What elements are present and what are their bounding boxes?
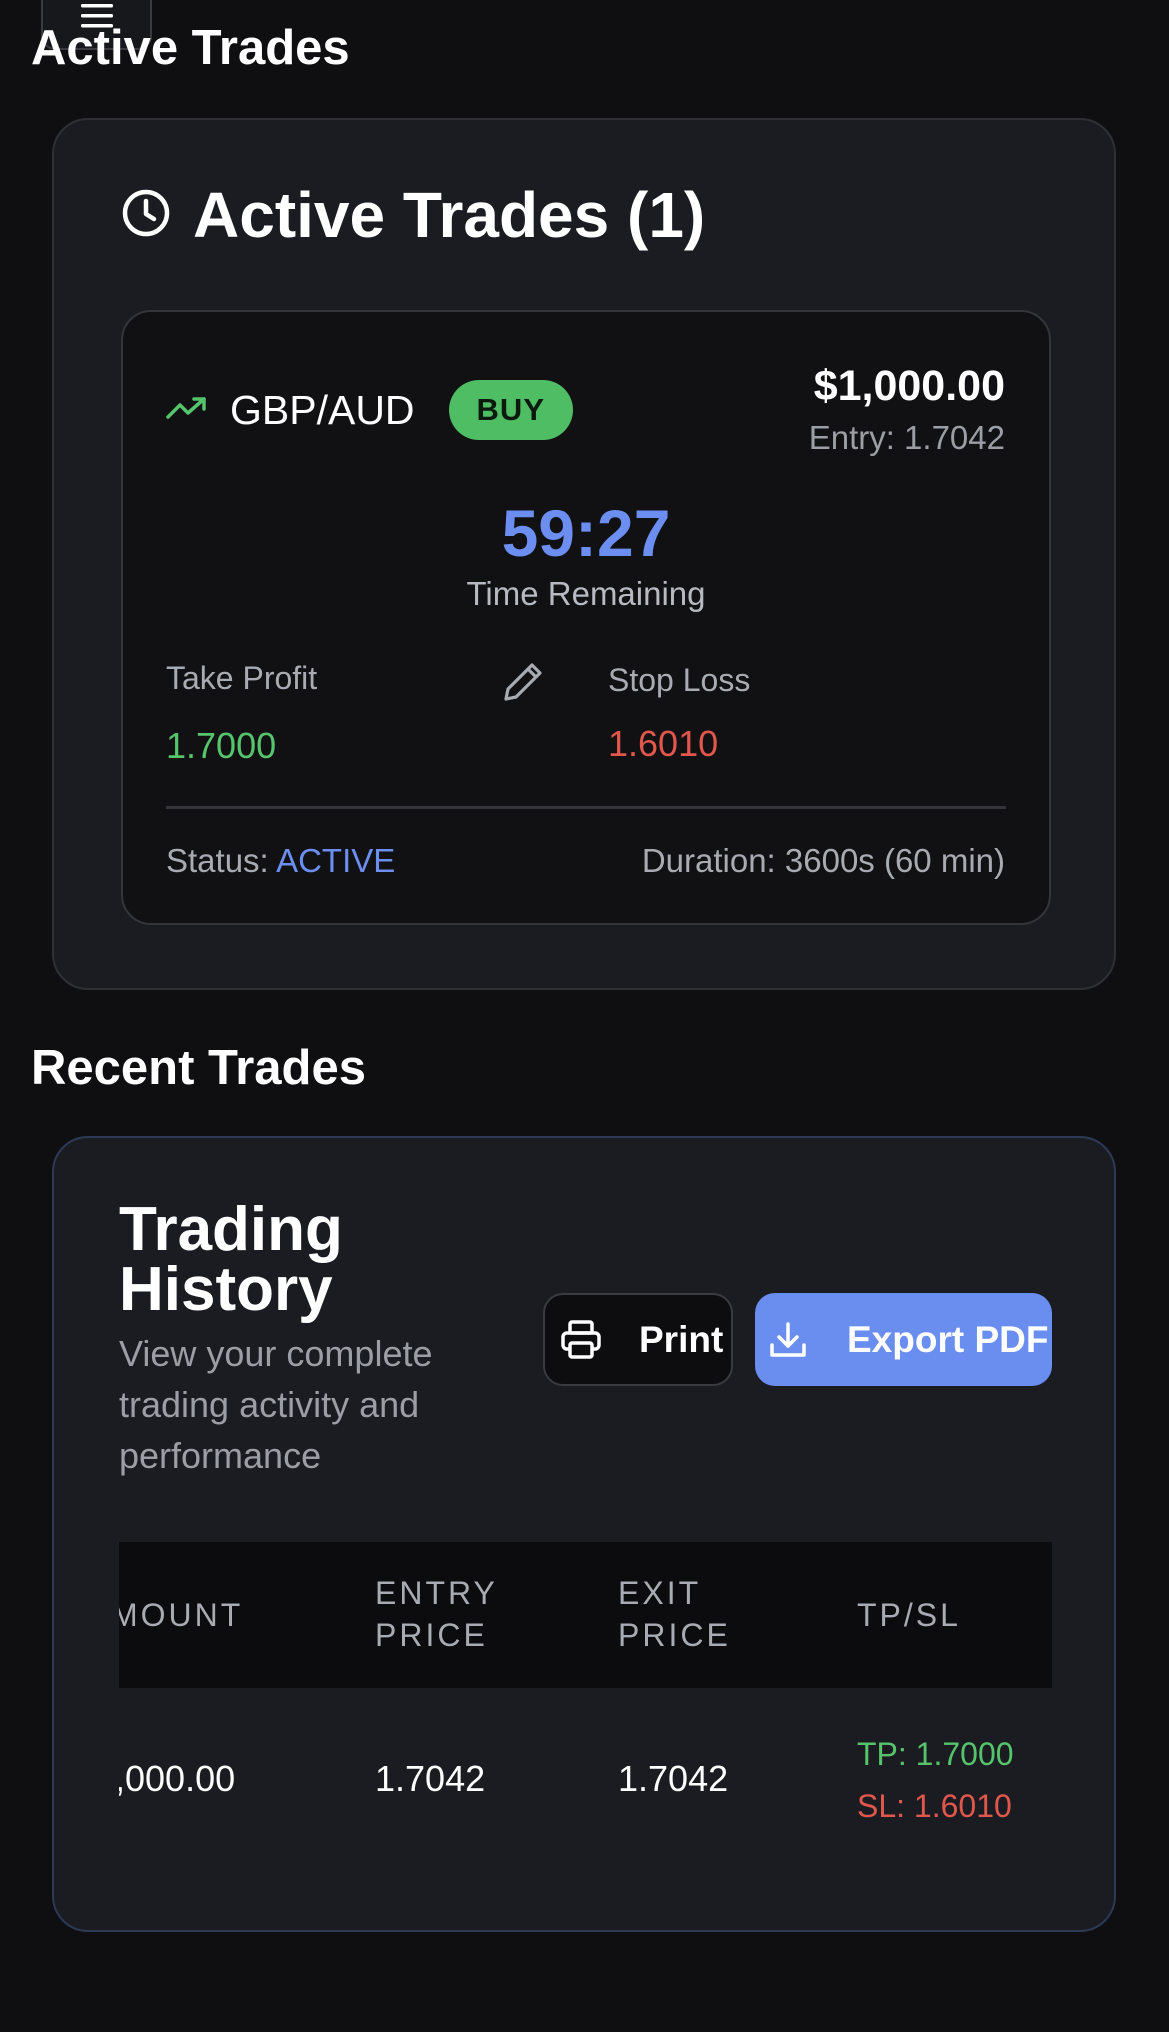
column-header-exit-price: EXIT PRICE — [618, 1575, 731, 1653]
stop-loss-value: 1.6010 — [608, 723, 719, 764]
cell-exit-price: 1.7042 — [618, 1758, 729, 1799]
stop-loss-block: Stop Loss 1.6010 — [608, 662, 750, 765]
export-label: Export PDF — [847, 1318, 1049, 1360]
countdown-label: Time Remaining — [466, 575, 706, 612]
export-pdf-button[interactable]: Export PDF — [755, 1293, 1052, 1386]
trading-history-subtitle: View your complete trading activity and … — [119, 1333, 433, 1476]
trade-amount-block: $1,000.00 Entry: 1.7042 — [809, 362, 1005, 457]
print-button[interactable]: Print — [543, 1293, 733, 1386]
active-trades-card: Active Trades (1) GBP/AUD BUY $1,000.00 … — [52, 118, 1116, 990]
countdown-time: 59:27 — [501, 496, 671, 570]
download-icon — [767, 1319, 809, 1361]
cell-amount: ,000.00 — [119, 1758, 236, 1799]
table-header: MOUNT ENTRY PRICE EXIT PRICE TP/SL — [119, 1542, 1052, 1688]
column-header-entry-price: ENTRY PRICE — [375, 1575, 498, 1653]
printer-icon — [559, 1319, 603, 1361]
print-label: Print — [639, 1318, 724, 1360]
column-header-tp-sl: TP/SL — [857, 1597, 961, 1633]
trading-history-card: Trading History View your complete tradi… — [52, 1136, 1116, 1932]
column-header-amount: MOUNT — [119, 1597, 244, 1633]
recent-trades-heading: Recent Trades — [31, 1041, 366, 1095]
trade-duration: Duration: 3600s (60 min) — [641, 842, 1005, 879]
trade-entry: Entry: 1.7042 — [808, 419, 1005, 456]
cell-entry-price: 1.7042 — [375, 1758, 486, 1799]
page-heading: Active Trades — [31, 21, 350, 75]
stop-loss-label: Stop Loss — [608, 662, 751, 698]
cell-tp: TP: 1.7000 — [857, 1736, 1014, 1772]
trade-amount: $1,000.00 — [813, 362, 1005, 410]
take-profit-value: 1.7000 — [166, 725, 277, 766]
history-table[interactable]: MOUNT ENTRY PRICE EXIT PRICE TP/SL ,000.… — [119, 1542, 1052, 1872]
take-profit-block: Take Profit 1.7000 — [166, 660, 317, 767]
cell-sl: SL: 1.6010 — [857, 1788, 1012, 1824]
clock-icon — [121, 188, 171, 243]
trending-up-icon — [166, 395, 208, 426]
divider — [166, 806, 1006, 809]
currency-pair: GBP/AUD — [230, 386, 415, 433]
trade-status: Status: ACTIVE — [166, 842, 395, 880]
side-badge: BUY — [448, 380, 573, 440]
countdown-block: 59:27 Time Remaining — [123, 495, 1049, 613]
take-profit-label: Take Profit — [166, 660, 318, 696]
trading-history-title: Trading History — [119, 1195, 343, 1324]
pencil-icon[interactable] — [501, 660, 545, 709]
trade-pair-row: GBP/AUD BUY — [166, 380, 573, 440]
status-value: ACTIVE — [276, 842, 396, 879]
active-trades-header: Active Trades (1) — [121, 178, 705, 252]
trade-card[interactable]: GBP/AUD BUY $1,000.00 Entry: 1.7042 59:2… — [121, 310, 1051, 925]
active-trades-title: Active Trades (1) — [193, 179, 706, 251]
status-label: Status: — [166, 842, 269, 879]
